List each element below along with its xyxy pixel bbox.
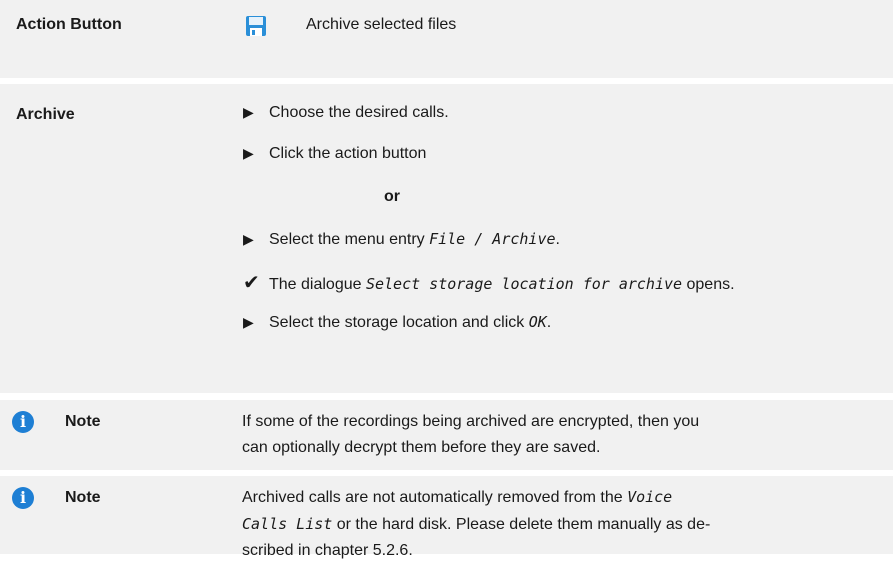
dialogue-name-code: Select storage location for archive xyxy=(365,275,683,293)
note-text-2: Archived calls are not automatically rem… xyxy=(242,488,711,559)
note-label: Note xyxy=(65,413,101,430)
archive-label: Archive xyxy=(16,106,75,123)
step-click-action-button: ▶ Click the action button xyxy=(243,145,427,162)
note-text-1: If some of the recordings being archived… xyxy=(242,413,700,456)
arrow-right-icon: ▶ xyxy=(243,314,254,330)
info-icon: i xyxy=(12,487,34,509)
note-row-1: i Note If some of the recordings being a… xyxy=(0,400,893,470)
step-select-storage-location: ▶ Select the storage location and click O… xyxy=(243,313,552,331)
ok-code: OK xyxy=(528,313,547,331)
archive-row: Archive ▶ Choose the desired calls. ▶ Clic… xyxy=(0,84,893,393)
step-select-menu-entry: ▶ Select the menu entry File / Archive. xyxy=(243,230,560,248)
checkmark-icon: ✔ xyxy=(243,272,260,294)
floppy-disk-icon xyxy=(245,15,267,37)
action-button-label: Action Button xyxy=(16,16,122,33)
result-dialogue-opens: ✔ The dialogue Select storage location fo… xyxy=(243,272,735,294)
arrow-right-icon: ▶ xyxy=(243,231,254,247)
action-button-row: Action Button Archive selected files xyxy=(0,0,893,78)
info-icon: i xyxy=(12,411,34,433)
action-button-description: Archive selected files xyxy=(306,16,457,33)
arrow-right-icon: ▶ xyxy=(243,104,254,120)
step-choose-calls: ▶ Choose the desired calls. xyxy=(243,104,449,121)
or-separator: or xyxy=(384,188,400,205)
note-row-2: i Note Archived calls are not automatica… xyxy=(0,476,893,559)
note-label: Note xyxy=(65,489,101,506)
menu-entry-code: File / Archive xyxy=(429,230,556,248)
arrow-right-icon: ▶ xyxy=(243,145,254,161)
